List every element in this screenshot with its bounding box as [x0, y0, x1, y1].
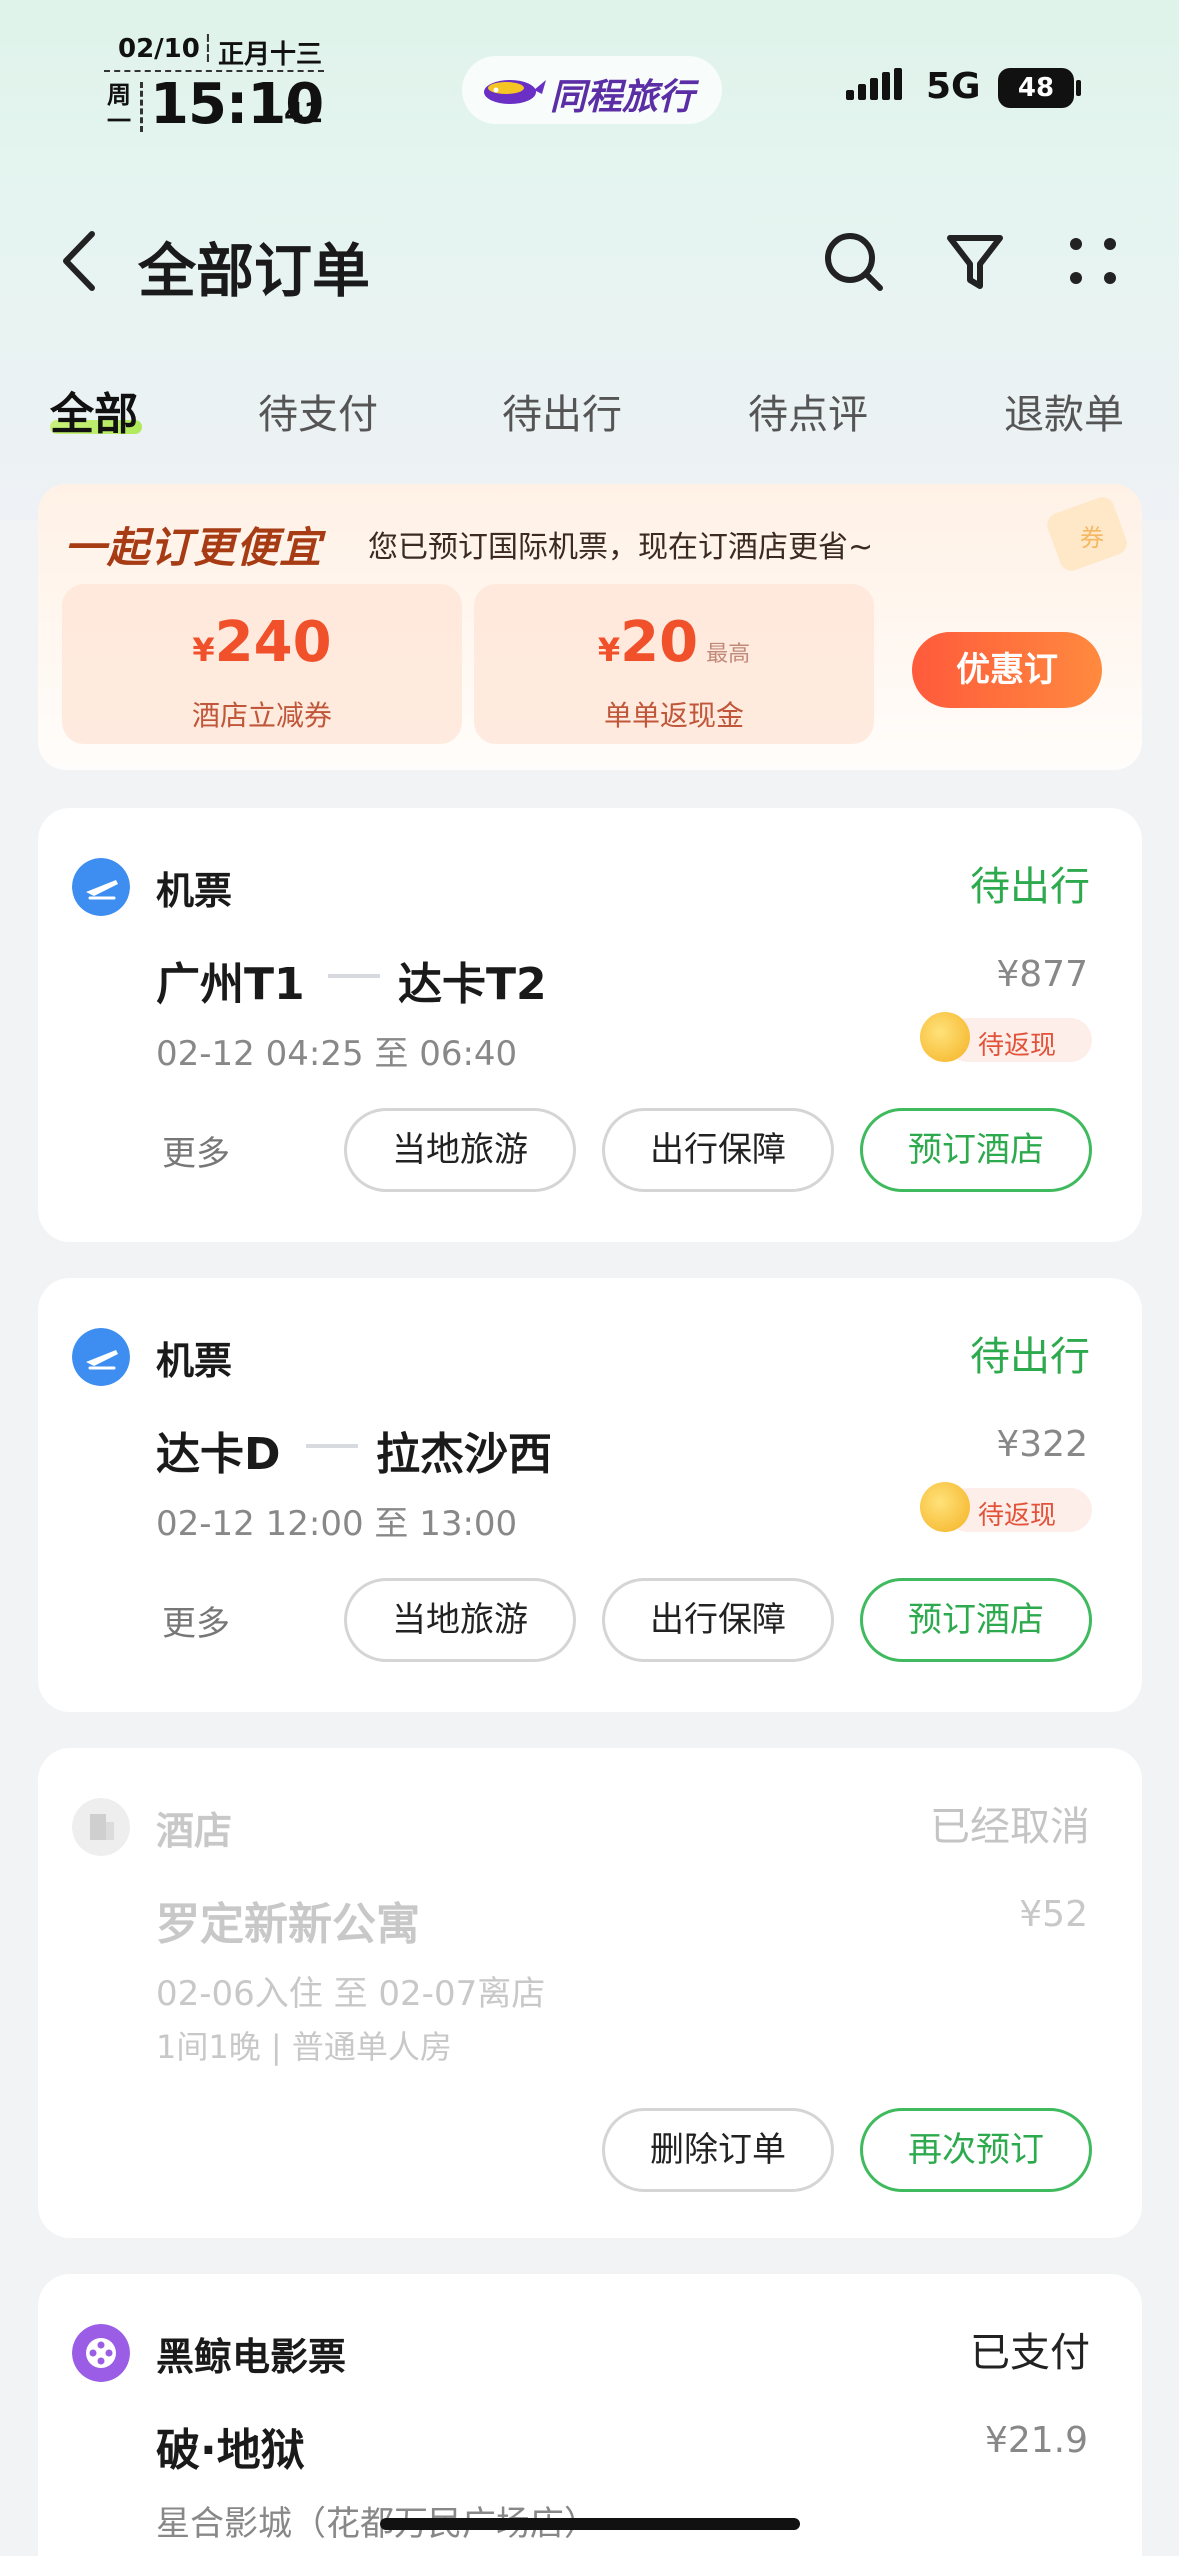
order-status: 待出行: [970, 1334, 1090, 1380]
route-to: 达卡T2: [398, 959, 547, 1010]
promo-book-button[interactable]: 优惠订: [912, 632, 1102, 708]
flight-time: 02-12 12:00 至 13:00: [156, 1504, 518, 1544]
travel-insurance-button[interactable]: 出行保障: [602, 1108, 834, 1192]
order-price: ¥52: [1019, 1894, 1088, 1935]
flight-time: 02-12 04:25 至 06:40: [156, 1034, 518, 1074]
status-seconds: 41: [284, 96, 323, 129]
route-arrow: [306, 1444, 358, 1448]
coupon-cashback[interactable]: ¥20 最高 单单返现金: [474, 584, 874, 744]
promo-subtitle: 您已预订国际机票，现在订酒店更省~: [368, 530, 874, 565]
more-link[interactable]: 更多: [162, 1596, 230, 1645]
book-hotel-button[interactable]: 预订酒店: [860, 1578, 1092, 1662]
route-to: 拉杰沙西: [376, 1429, 552, 1480]
more-link[interactable]: 更多: [162, 1126, 230, 1175]
battery-icon: 48: [998, 68, 1074, 108]
signal-icon: [846, 68, 902, 100]
room-info: 1间1晚 | 普通单人房: [156, 2028, 452, 2066]
order-card-flight-2[interactable]: 机票 待出行 达卡D 拉杰沙西 ¥322 02-12 12:00 至 13:00…: [38, 1278, 1142, 1712]
route-from: 广州T1: [156, 959, 305, 1010]
order-price: ¥21.9: [984, 2420, 1088, 2461]
cashback-label: 待返现: [978, 1501, 1057, 1531]
airplane-icon: [72, 858, 130, 916]
cashback-badge[interactable]: 待返现: [920, 1482, 1092, 1534]
tab-all[interactable]: 全部: [50, 378, 138, 442]
travel-insurance-button[interactable]: 出行保障: [602, 1578, 834, 1662]
network-type: 5G: [926, 66, 981, 107]
more-menu-icon[interactable]: [1060, 226, 1130, 296]
coupon-label: 酒店立减券: [191, 699, 332, 732]
order-price: ¥877: [996, 954, 1088, 995]
movie-title: 破·地狱: [156, 2425, 305, 2476]
promo-banner[interactable]: 券 一起订更便宜 您已预订国际机票，现在订酒店更省~ ¥240 酒店立减券 ¥2…: [38, 484, 1142, 770]
coupon-amount: ¥240: [192, 610, 332, 675]
cashback-badge[interactable]: 待返现: [920, 1012, 1092, 1064]
delete-order-button[interactable]: 删除订单: [602, 2108, 834, 2192]
local-tour-button[interactable]: 当地旅游: [344, 1578, 576, 1662]
order-card-flight-1[interactable]: 机票 待出行 广州T1 达卡T2 ¥877 02-12 04:25 至 06:4…: [38, 808, 1142, 1242]
battery-tip: [1076, 80, 1081, 96]
brand-name: 同程旅行: [550, 77, 695, 118]
order-card-movie[interactable]: 黑鲸电影票 已支付 破·地狱 ¥21.9 星合影城（花都万民广场店）: [38, 2274, 1142, 2556]
tab-pending-payment[interactable]: 待支付: [258, 382, 378, 440]
gift-decoration-icon: 券: [1047, 497, 1127, 571]
coupon-amount: ¥20 最高: [597, 610, 751, 675]
route-from: 达卡D: [156, 1429, 281, 1480]
order-type: 酒店: [156, 1809, 233, 1853]
status-vertical-divider: [140, 82, 143, 132]
coupon-label: 单单返现金: [603, 699, 744, 732]
order-status: 已经取消: [930, 1804, 1090, 1850]
filter-icon[interactable]: [940, 226, 1010, 296]
tab-pending-travel[interactable]: 待出行: [502, 382, 622, 440]
route-arrow: [328, 974, 380, 978]
order-type: 机票: [156, 1339, 233, 1383]
tab-refunds[interactable]: 退款单: [1004, 382, 1124, 440]
stay-dates: 02-06入住 至 02-07离店: [156, 1974, 546, 2014]
status-bar: 02/10 ┆ 正月十三 周一 15:10 41 同程旅行 5G 48: [0, 0, 1179, 170]
hotel-name: 罗定新新公寓: [156, 1899, 420, 1950]
book-hotel-button[interactable]: 预订酒店: [860, 1108, 1092, 1192]
home-indicator[interactable]: [380, 2518, 800, 2530]
back-arrow-icon[interactable]: [52, 226, 108, 296]
status-weekday: 周一: [107, 81, 131, 135]
coupon-hotel-discount[interactable]: ¥240 酒店立减券: [62, 584, 462, 744]
cashback-label: 待返现: [978, 1031, 1057, 1061]
brand-pill: 同程旅行: [462, 56, 722, 124]
order-card-hotel[interactable]: 酒店 已经取消 罗定新新公寓 ¥52 02-06入住 至 02-07离店 1间1…: [38, 1748, 1142, 2238]
book-again-button[interactable]: 再次预订: [860, 2108, 1092, 2192]
order-status: 待出行: [970, 864, 1090, 910]
order-status: 已支付: [970, 2330, 1090, 2376]
order-price: ¥322: [996, 1424, 1088, 1465]
hotel-building-icon: [72, 1798, 130, 1856]
page-title: 全部订单: [138, 237, 371, 305]
promo-title: 一起订更便宜: [64, 523, 323, 572]
order-type: 黑鲸电影票: [156, 2335, 347, 2379]
svg-text:券: 券: [1080, 524, 1104, 552]
local-tour-button[interactable]: 当地旅游: [344, 1108, 576, 1192]
coin-icon: [920, 1012, 970, 1062]
film-reel-icon: [72, 2324, 130, 2382]
status-divider: ┆: [200, 34, 216, 64]
status-date: 02/10: [118, 34, 200, 64]
whale-logo-icon: [484, 80, 546, 104]
order-type: 机票: [156, 869, 233, 913]
tab-pending-review[interactable]: 待点评: [748, 382, 868, 440]
search-icon[interactable]: [818, 226, 888, 296]
airplane-icon: [72, 1328, 130, 1386]
coin-icon: [920, 1482, 970, 1532]
status-lunar-date: 正月十三: [218, 40, 323, 70]
